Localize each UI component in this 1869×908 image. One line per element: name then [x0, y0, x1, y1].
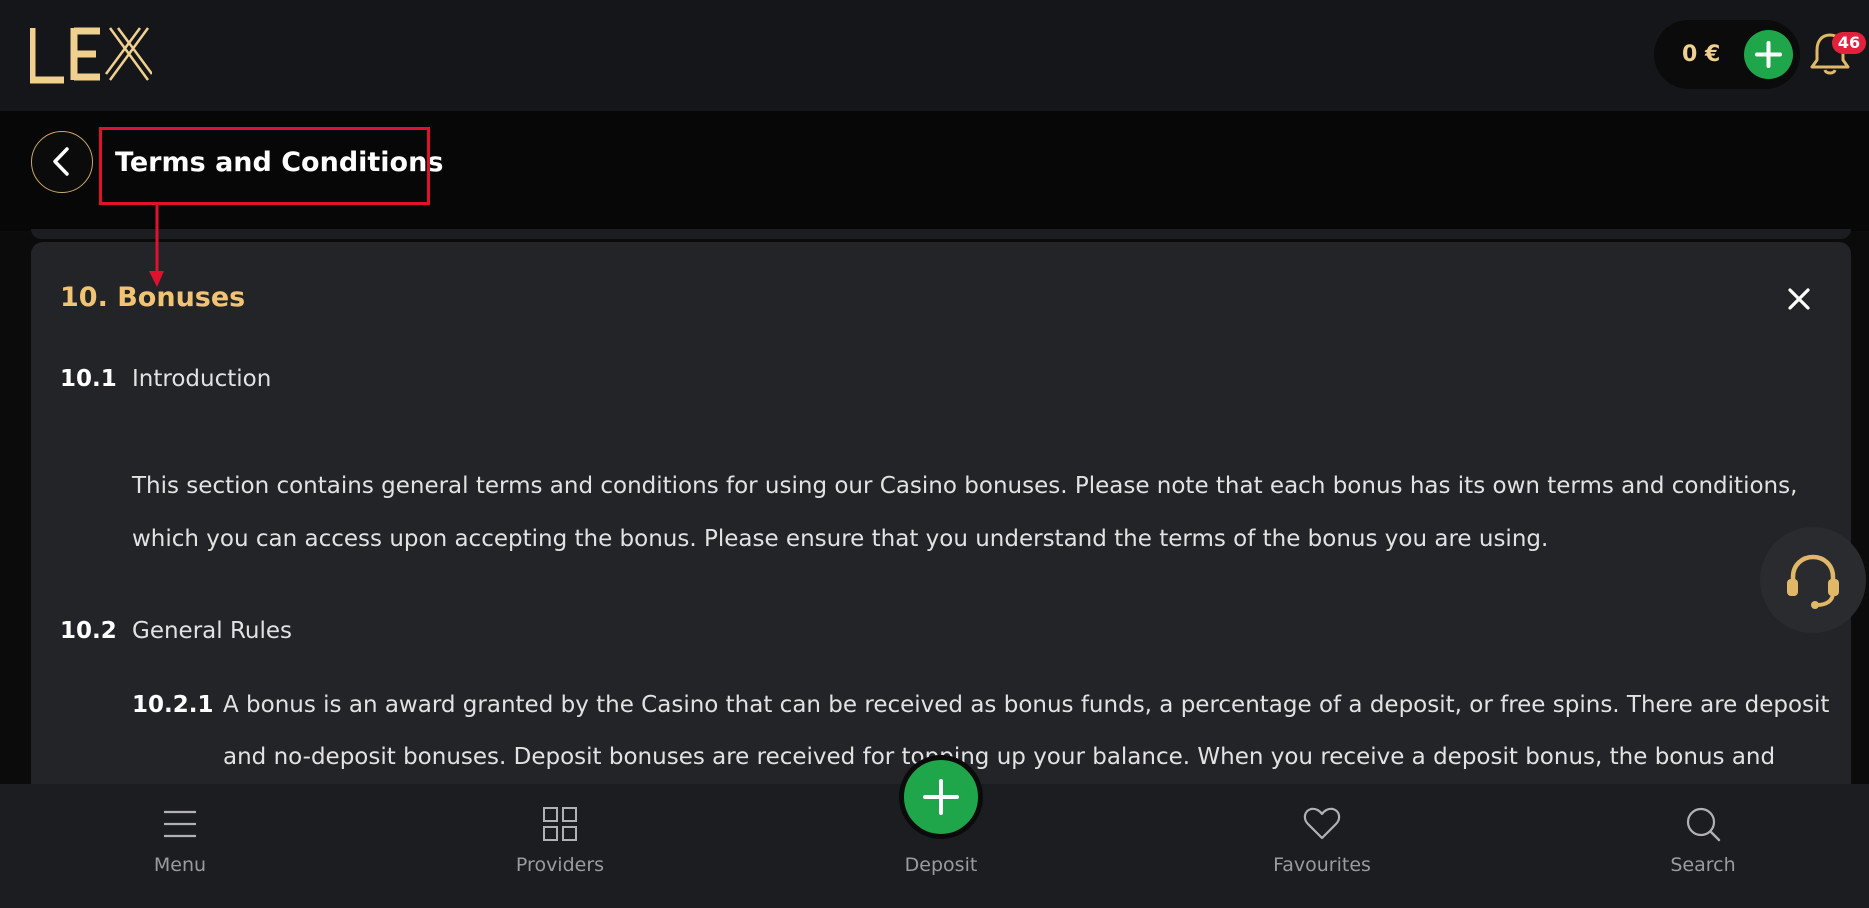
- menu-icon: [164, 810, 196, 838]
- nav-providers[interactable]: Providers: [480, 784, 640, 908]
- nav-deposit-label: Deposit: [904, 854, 978, 876]
- subclause-number: 10.2.1: [132, 692, 214, 718]
- nav-favourites-label: Favourites: [1273, 854, 1371, 876]
- intro-line: This section contains general terms and …: [132, 473, 1798, 499]
- annotation-arrow: [149, 205, 164, 287]
- clause-number: 10.1: [60, 366, 117, 392]
- annotation-highlight-box: [99, 127, 430, 205]
- nav-menu-label: Menu: [153, 854, 207, 876]
- intro-line: which you can access upon accepting the …: [132, 526, 1549, 552]
- terms-section-card: 10. Bonuses 10.1 Introduction This secti…: [31, 242, 1851, 802]
- headset-icon: [1787, 554, 1839, 609]
- nav-search[interactable]: Search: [1623, 784, 1783, 908]
- heart-icon: [1303, 807, 1341, 840]
- plus-icon: [1755, 41, 1782, 68]
- add-funds-button[interactable]: [1744, 30, 1793, 79]
- back-button[interactable]: [31, 131, 93, 193]
- lex-logo[interactable]: [30, 24, 152, 84]
- nav-search-label: Search: [1670, 854, 1736, 876]
- nav-menu[interactable]: Menu: [100, 784, 260, 908]
- live-support-button[interactable]: [1760, 527, 1866, 633]
- nav-favourites[interactable]: Favourites: [1242, 784, 1402, 908]
- plus-icon: [923, 779, 959, 815]
- wallet-balance[interactable]: 0 €: [1654, 20, 1800, 89]
- grid-icon: [543, 807, 577, 841]
- subclause-line: and no-deposit bonuses. Deposit bonuses …: [223, 744, 1776, 770]
- clause-heading: General Rules: [132, 618, 293, 644]
- search-icon: [1686, 807, 1721, 842]
- header-divider: [31, 229, 1851, 239]
- top-bar: 0 € 46: [0, 0, 1869, 111]
- balance-amount: 0 €: [1682, 42, 1721, 67]
- chevron-left-icon: [53, 147, 69, 176]
- nav-providers-label: Providers: [515, 854, 605, 876]
- deposit-button[interactable]: [899, 755, 983, 839]
- clause-heading: Introduction: [132, 366, 272, 392]
- notification-badge: 46: [1832, 32, 1866, 54]
- close-icon[interactable]: [1784, 284, 1814, 314]
- subclause-line: A bonus is an award granted by the Casin…: [223, 692, 1830, 718]
- clause-number: 10.2: [60, 618, 117, 644]
